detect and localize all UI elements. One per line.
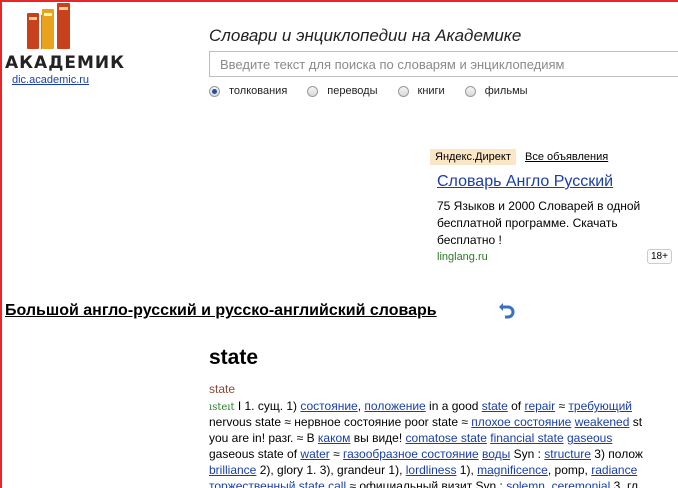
- entry-text-fragment: nervous state ≈ нервное состояние poor s…: [209, 415, 472, 429]
- entry-text-fragment: ≈: [555, 399, 569, 413]
- option-perevody[interactable]: переводы: [307, 85, 378, 97]
- entry-text-fragment: Syn :: [510, 447, 545, 461]
- search-type-options: толкования переводы книги фильмы: [209, 85, 548, 97]
- age-rating-badge: 18+: [647, 249, 672, 264]
- ad-domain[interactable]: linglang.ru: [437, 251, 488, 263]
- books-logo-icon: [27, 3, 70, 49]
- entry-link[interactable]: water: [300, 447, 329, 461]
- entry-link[interactable]: repair: [524, 399, 555, 413]
- entry-link[interactable]: состояние: [300, 399, 357, 413]
- entry-line: ısteıt I 1. сущ. 1) состояние, положение…: [209, 398, 678, 414]
- option-knigi[interactable]: книги: [397, 85, 445, 97]
- option-tolkovaniya-label: толкования: [229, 85, 288, 97]
- entry-link[interactable]: brilliance: [209, 463, 256, 477]
- entry-link[interactable]: требующий: [568, 399, 632, 413]
- entry-link[interactable]: financial state: [490, 431, 563, 445]
- entry-link[interactable]: state: [482, 399, 508, 413]
- radio-knigi[interactable]: [397, 85, 409, 97]
- entry-text-fragment: gaseous state of: [209, 447, 301, 461]
- entry-line: торжественный state call ≈ официальный в…: [209, 478, 678, 488]
- radio-tolkovaniya[interactable]: [209, 85, 220, 97]
- entry-link[interactable]: weakened: [575, 415, 630, 429]
- option-knigi-label: книги: [417, 85, 445, 97]
- entry-text-fragment: of: [507, 399, 525, 413]
- ad-title-link[interactable]: Словарь Англо Русский: [437, 173, 613, 191]
- search-input[interactable]: [209, 51, 678, 77]
- entry-text-fragment: 2), glory 1. 3), grandeur 1),: [256, 463, 406, 477]
- entry-link[interactable]: structure: [544, 447, 591, 461]
- entry-link[interactable]: плохое состояние: [471, 415, 571, 429]
- entry-text-fragment: I 1. сущ. 1): [234, 399, 301, 413]
- back-arrow-icon[interactable]: [498, 301, 516, 320]
- entry-text-fragment: вы виде!: [350, 431, 406, 445]
- entry-link[interactable]: газообразное состояние: [343, 447, 479, 461]
- entry-text-fragment: ≈: [329, 447, 344, 461]
- entry-text-fragment: 3. гл: [610, 479, 639, 488]
- ad-description: 75 Языков и 2000 Словарей в одной беспла…: [437, 199, 641, 247]
- radio-perevody[interactable]: [307, 85, 319, 97]
- entry-line: you are in! разг. ≈ В каком вы виде! com…: [209, 430, 678, 446]
- entry-text: ısteıt I 1. сущ. 1) состояние, положение…: [209, 398, 678, 488]
- entry-text-fragment: ≈ официальный визит Syn :: [346, 479, 507, 488]
- site-title: Словари и энциклопедии на Академике: [209, 26, 522, 45]
- entry-line: nervous state ≈ нервное состояние poor s…: [209, 414, 678, 430]
- entry-line: brilliance 2), glory 1. 3), grandeur 1),…: [209, 462, 678, 478]
- option-filmy[interactable]: фильмы: [464, 85, 528, 97]
- dictionary-title-link[interactable]: Большой англо-русский и русско-английски…: [5, 302, 437, 320]
- entry-link[interactable]: воды: [482, 447, 510, 461]
- ad-badge[interactable]: Яндекс.Директ: [430, 149, 516, 165]
- entry-link[interactable]: каком: [318, 431, 351, 445]
- entry-text-fragment: st: [629, 415, 643, 429]
- entry-link[interactable]: торжественный: [209, 479, 295, 488]
- all-ads-link[interactable]: Все объявления: [525, 151, 608, 163]
- entry-text-fragment: you are in! разг. ≈ В: [209, 431, 318, 445]
- radio-filmy[interactable]: [464, 85, 476, 97]
- entry-link[interactable]: radiance: [591, 463, 637, 477]
- transcription: ısteıt: [209, 402, 235, 413]
- entry-link[interactable]: state call: [299, 479, 346, 488]
- entry-link[interactable]: ceremonial: [552, 479, 611, 488]
- entry-text-fragment: 1),: [456, 463, 478, 477]
- option-tolkovaniya[interactable]: толкования: [209, 85, 287, 97]
- entry-label: state: [209, 382, 236, 396]
- entry-text-fragment: ,: [544, 479, 552, 488]
- entry-text-fragment: 3) полож: [590, 447, 643, 461]
- logo-site-link[interactable]: dic.academic.ru: [12, 74, 89, 86]
- entry-link[interactable]: magnificence: [477, 463, 548, 477]
- entry-link[interactable]: gaseous: [567, 431, 612, 445]
- entry-line: gaseous state of water ≈ газообразное со…: [209, 446, 678, 462]
- option-perevody-label: переводы: [327, 85, 378, 97]
- entry-text-fragment: in a good: [425, 399, 482, 413]
- entry-link[interactable]: lordliness: [406, 463, 457, 477]
- entry-link[interactable]: comatose state: [406, 431, 487, 445]
- headword: state: [209, 346, 259, 369]
- entry-link[interactable]: solemn: [506, 479, 545, 488]
- entry-text-fragment: , pomp,: [547, 463, 592, 477]
- logo-wordmark: АКАДЕМИК: [5, 53, 126, 73]
- entry-link[interactable]: положение: [364, 399, 425, 413]
- option-filmy-label: фильмы: [484, 85, 528, 97]
